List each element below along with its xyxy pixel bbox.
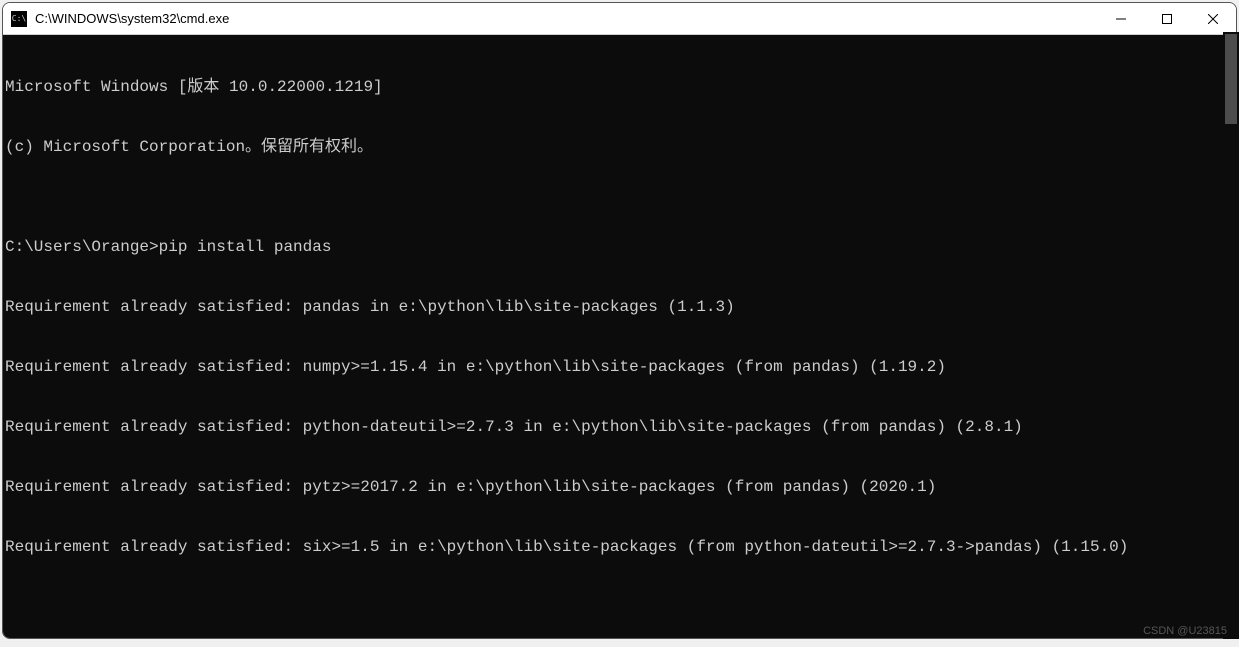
terminal-line: C:\Users\Orange>pip install pandas <box>5 237 1236 257</box>
close-icon <box>1208 14 1218 24</box>
titlebar[interactable]: C:\ C:\WINDOWS\system32\cmd.exe <box>3 3 1236 35</box>
terminal-line: Requirement already satisfied: pytz>=201… <box>5 477 1236 497</box>
scrollbar-thumb[interactable] <box>1225 34 1237 124</box>
window-title: C:\WINDOWS\system32\cmd.exe <box>35 11 1098 26</box>
watermark: CSDN @U23815 <box>1143 625 1227 637</box>
minimize-icon <box>1116 14 1126 24</box>
terminal-output[interactable]: Microsoft Windows [版本 10.0.22000.1219] (… <box>3 35 1236 638</box>
maximize-icon <box>1162 14 1172 24</box>
cmd-icon: C:\ <box>11 11 27 27</box>
terminal-line: (c) Microsoft Corporation。保留所有权利。 <box>5 137 1236 157</box>
terminal-line: Requirement already satisfied: six>=1.5 … <box>5 537 1236 557</box>
close-button[interactable] <box>1190 3 1236 34</box>
maximize-button[interactable] <box>1144 3 1190 34</box>
terminal-line: Requirement already satisfied: numpy>=1.… <box>5 357 1236 377</box>
terminal-line: Requirement already satisfied: python-da… <box>5 417 1236 437</box>
terminal-prompt-line: C:\Users\Orange> <box>5 637 1236 638</box>
window-controls <box>1098 3 1236 34</box>
minimize-button[interactable] <box>1098 3 1144 34</box>
cmd-window: C:\ C:\WINDOWS\system32\cmd.exe Microsof… <box>2 2 1237 639</box>
scrollbar[interactable] <box>1223 32 1239 639</box>
terminal-line: Microsoft Windows [版本 10.0.22000.1219] <box>5 77 1236 97</box>
terminal-line: Requirement already satisfied: pandas in… <box>5 297 1236 317</box>
